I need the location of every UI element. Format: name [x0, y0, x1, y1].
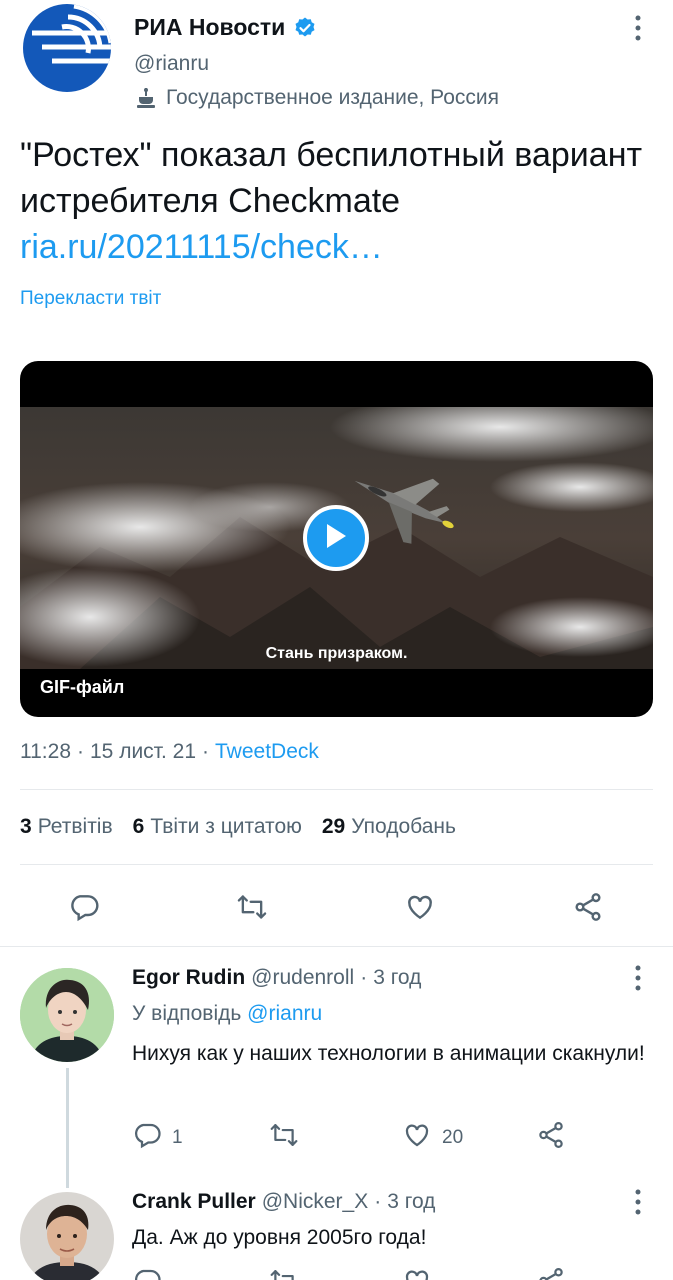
more-options-icon[interactable] — [626, 1182, 650, 1222]
replying-to-handle[interactable]: @rianru — [247, 1002, 322, 1025]
avatar[interactable] — [20, 968, 114, 1062]
tweet-body: "Ростех" показал беспилотный вариант ист… — [20, 136, 643, 220]
like-button[interactable]: 20 — [402, 1120, 463, 1156]
replying-prefix: У відповідь — [132, 1002, 242, 1025]
retweets-stat[interactable]: 3 Ретвітів — [20, 815, 113, 839]
government-label[interactable]: Государственное издание, Россия — [166, 86, 499, 110]
like-icon[interactable] — [400, 884, 440, 930]
meta-separator: · — [374, 1190, 382, 1213]
replying-to: У відповідь @rianru — [132, 1002, 322, 1026]
divider — [0, 946, 673, 947]
tweet-actions — [20, 884, 653, 930]
video-subtitle: Стань призраком. — [265, 645, 408, 662]
retweet-icon[interactable] — [268, 1266, 300, 1280]
reply-time[interactable]: 3 год — [387, 1190, 435, 1214]
reply-time[interactable]: 3 год — [373, 966, 421, 990]
avatar[interactable] — [20, 1192, 114, 1280]
account-handle[interactable]: @rianru — [134, 52, 209, 76]
reply-header: Crank Puller @Nicker_X · 3 год — [132, 1190, 435, 1214]
retweet-button[interactable] — [268, 1120, 300, 1156]
meta-separator: · — [77, 740, 84, 763]
divider — [20, 789, 653, 790]
account-name[interactable]: РИА Новости — [134, 14, 285, 41]
translate-tweet-link[interactable]: Перекласти твіт — [20, 288, 161, 310]
tweet-date[interactable]: 15 лист. 21 — [90, 740, 196, 764]
divider — [20, 864, 653, 865]
reply-icon[interactable] — [132, 1266, 162, 1280]
reply-author-name[interactable]: Crank Puller — [132, 1190, 256, 1214]
reply-author-handle[interactable]: @Nicker_X — [262, 1190, 369, 1214]
share-icon — [536, 1120, 566, 1156]
share-icon[interactable] — [568, 884, 608, 930]
tweet-time[interactable]: 11:28 — [20, 740, 71, 764]
reply-author-handle[interactable]: @rudenroll — [251, 966, 354, 990]
ria-novosti-logo[interactable] — [22, 3, 112, 93]
gif-badge: GIF-файл — [26, 673, 139, 702]
more-options-icon[interactable] — [626, 8, 650, 48]
meta-separator: · — [202, 740, 209, 763]
reply-text: Нихуя как у наших технологии в анимации … — [132, 1042, 645, 1065]
like-icon — [402, 1120, 432, 1156]
reply-actions: 1 20 — [132, 1120, 672, 1154]
tweet-stats: 3 Ретвітів 6 Твіти з цитатою 29 Уподобань — [20, 815, 456, 839]
thread-line — [66, 1068, 69, 1188]
like-count: 20 — [442, 1127, 464, 1148]
reply-text: Да. Аж до уровня 2005го года! — [132, 1226, 427, 1249]
reply-header: Egor Rudin @rudenroll · 3 год — [132, 966, 421, 990]
like-icon[interactable] — [402, 1266, 432, 1280]
reply-author-name[interactable]: Egor Rudin — [132, 966, 245, 990]
tweet-source[interactable]: TweetDeck — [215, 740, 319, 764]
verified-badge-icon — [293, 16, 317, 40]
meta-separator: · — [360, 966, 368, 989]
tweet-link[interactable]: ria.ru/20211115/check… — [20, 224, 660, 270]
reply-icon — [132, 1120, 162, 1156]
reply-count: 1 — [172, 1127, 183, 1148]
more-options-icon[interactable] — [626, 958, 650, 998]
reply-icon[interactable] — [64, 884, 104, 930]
tweet-text: "Ростех" показал беспилотный вариант ист… — [20, 132, 660, 270]
quotes-stat[interactable]: 6 Твіти з цитатою — [133, 815, 302, 839]
reply-button[interactable]: 1 — [132, 1120, 183, 1156]
tweet-media-gif[interactable]: Стань призраком. GIF-файл — [20, 361, 653, 717]
government-label-icon — [134, 86, 158, 110]
retweet-icon[interactable] — [232, 884, 272, 930]
share-button[interactable] — [536, 1120, 566, 1156]
play-icon — [324, 522, 348, 555]
share-icon[interactable] — [536, 1266, 566, 1280]
reply-actions — [132, 1266, 672, 1280]
retweet-icon — [268, 1120, 300, 1156]
play-button[interactable] — [303, 505, 369, 571]
tweet-metadata: 11:28 · 15 лист. 21 · TweetDeck — [20, 740, 319, 764]
likes-stat[interactable]: 29 Уподобань — [322, 815, 456, 839]
